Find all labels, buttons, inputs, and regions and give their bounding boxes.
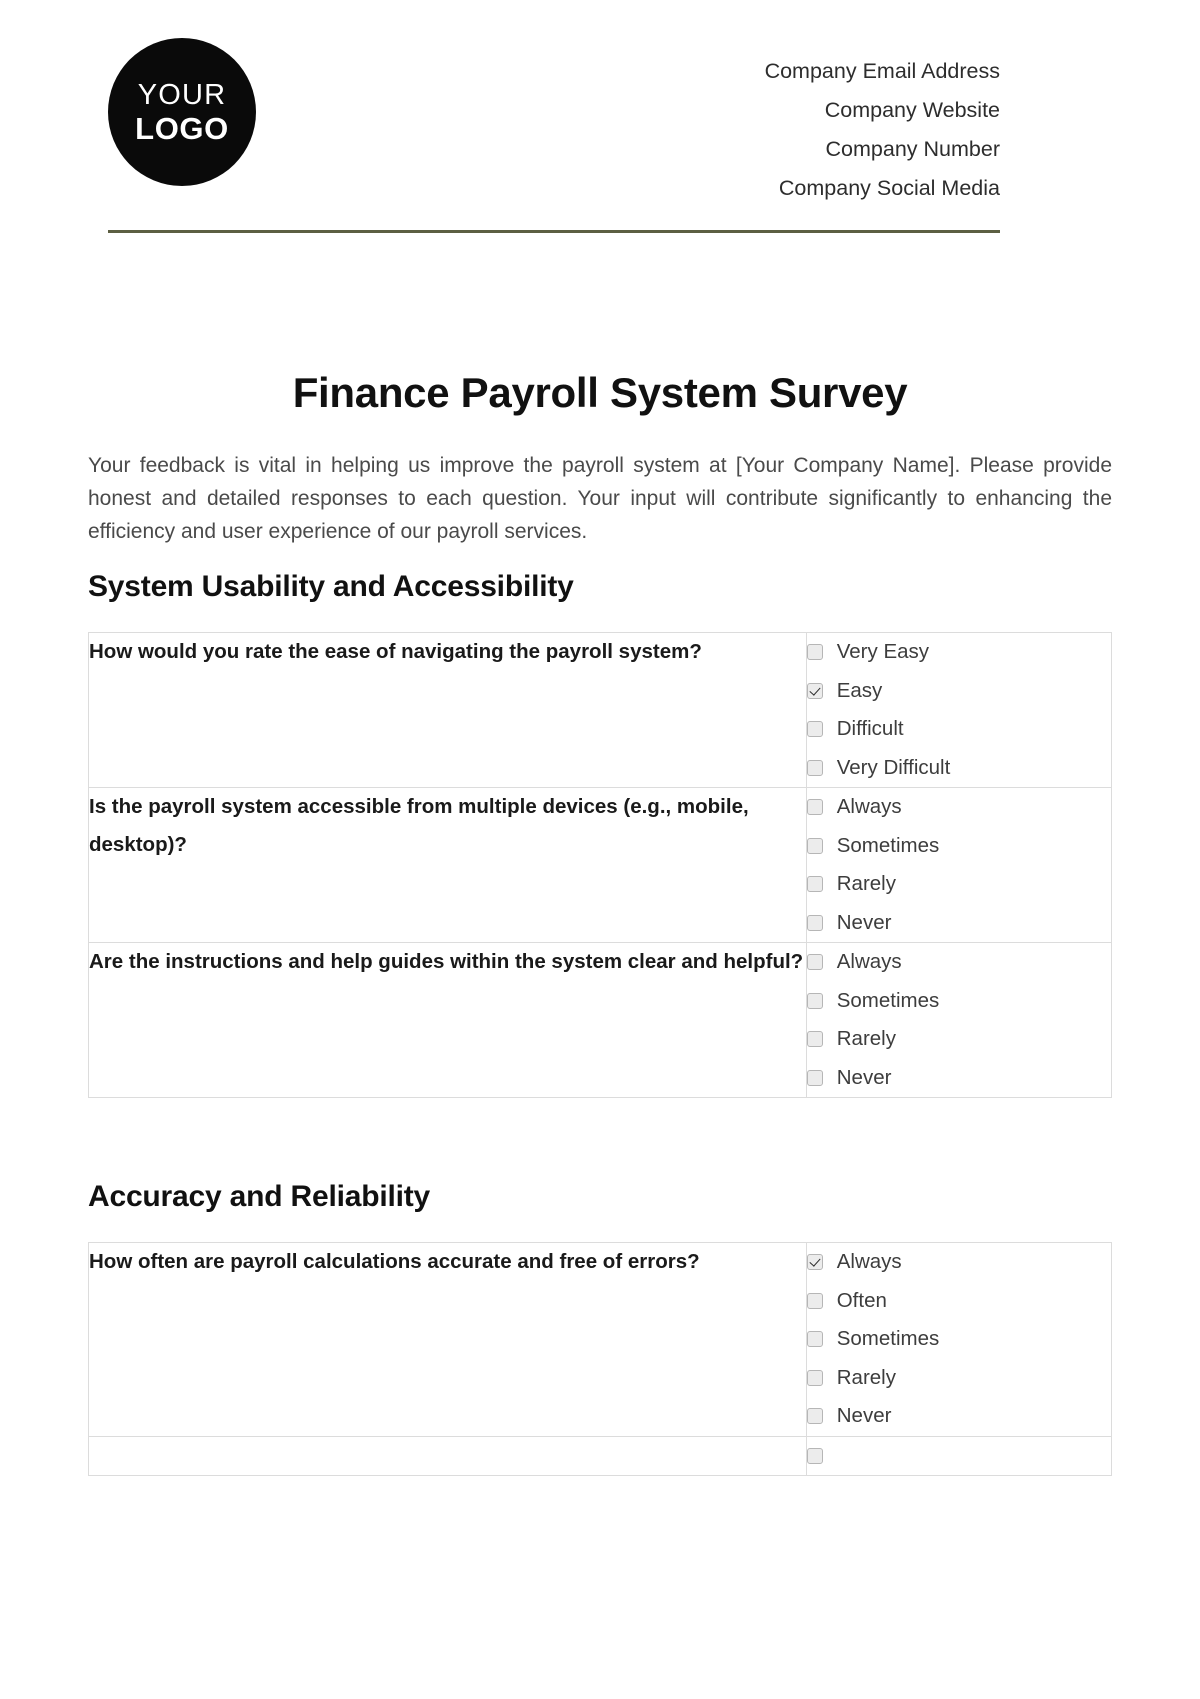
logo-text-your: YOUR (137, 78, 227, 111)
option-label: Very Easy (836, 640, 930, 664)
checkbox-icon[interactable] (806, 992, 823, 1009)
table-row: How often are payroll calculations accur… (88, 1242, 1113, 1437)
survey-table-usability-wrap: How would you rate the ease of navigatin… (0, 632, 1200, 1098)
option-label: Never (836, 910, 892, 934)
contact-number: Company Number (825, 137, 1000, 161)
option-difficult[interactable]: Difficult (806, 710, 1111, 749)
checkbox-icon[interactable] (806, 799, 823, 816)
question-text: How would you rate the ease of navigatin… (89, 640, 702, 663)
options-cell: Always Often Sometimes Rarely Never (805, 1242, 1113, 1437)
question-cell: How would you rate the ease of navigatin… (88, 632, 807, 788)
checkbox-icon[interactable] (806, 1292, 823, 1309)
checkbox-icon[interactable] (806, 759, 823, 776)
table-row: How would you rate the ease of navigatin… (88, 632, 1113, 788)
option-often[interactable]: Often (806, 1282, 1111, 1321)
option-partial[interactable] (806, 1437, 1111, 1476)
checkbox-icon[interactable] (806, 721, 823, 738)
table-row: Is the payroll system accessible from mu… (88, 787, 1113, 943)
question-text: Are the instructions and help guides wit… (89, 950, 804, 973)
checkbox-icon[interactable] (806, 876, 823, 893)
checkbox-checked-icon[interactable] (806, 1254, 823, 1271)
checkbox-icon[interactable] (806, 1369, 823, 1386)
option-rarely[interactable]: Rarely (806, 865, 1111, 904)
option-never[interactable]: Never (806, 1397, 1111, 1436)
logo-text-logo: LOGO (135, 110, 229, 146)
option-always[interactable]: Always (806, 788, 1111, 827)
checkbox-icon[interactable] (806, 954, 823, 971)
contact-social-media: Company Social Media (778, 176, 1000, 200)
survey-table-accuracy: How often are payroll calculations accur… (88, 1242, 1113, 1476)
question-cell: How often are payroll calculations accur… (88, 1242, 807, 1437)
option-label: Always (836, 1250, 902, 1274)
option-label: Rarely (836, 1027, 896, 1051)
option-rarely[interactable]: Rarely (806, 1020, 1111, 1059)
section-heading-accuracy: Accuracy and Reliability (88, 1180, 431, 1213)
question-cell: Are the instructions and help guides wit… (88, 942, 807, 1098)
option-very-difficult[interactable]: Very Difficult (806, 749, 1111, 788)
section-heading-usability: System Usability and Accessibility (88, 570, 574, 603)
option-label: Sometimes (836, 833, 940, 857)
option-sometimes[interactable]: Sometimes (806, 982, 1111, 1021)
contact-email-address: Company Email Address (764, 59, 1000, 83)
checkbox-icon[interactable] (806, 914, 823, 931)
option-very-easy[interactable]: Very Easy (806, 633, 1111, 672)
option-label: Never (836, 1404, 892, 1428)
option-label: Very Difficult (836, 755, 951, 779)
option-sometimes[interactable]: Sometimes (806, 827, 1111, 866)
checkbox-icon[interactable] (806, 1408, 823, 1425)
question-cell: Is the payroll system accessible from mu… (88, 787, 807, 943)
option-never[interactable]: Never (806, 1059, 1111, 1098)
intro-paragraph: Your feedback is vital in helping us imp… (88, 454, 1112, 543)
survey-document-page: YOUR LOGO Company Email Address Company … (0, 0, 1200, 1699)
company-contact-block: Company Email Address Company Website Co… (765, 38, 1000, 208)
question-cell (88, 1435, 807, 1476)
option-label: Always (836, 950, 902, 974)
option-label: Often (836, 1288, 887, 1312)
option-always[interactable]: Always (806, 943, 1111, 982)
checkbox-icon[interactable] (806, 1069, 823, 1086)
page-title: Finance Payroll System Survey (292, 369, 908, 416)
options-cell: Very Easy Easy Difficult Very Difficult (805, 632, 1113, 788)
table-row: Are the instructions and help guides wit… (88, 942, 1113, 1098)
company-logo: YOUR LOGO (108, 38, 256, 186)
options-cell: Always Sometimes Rarely Never (805, 942, 1113, 1098)
option-label: Sometimes (836, 988, 940, 1012)
option-always[interactable]: Always (806, 1243, 1111, 1282)
option-label: Rarely (836, 872, 896, 896)
checkbox-icon[interactable] (806, 837, 823, 854)
options-cell: Always Sometimes Rarely Never (805, 787, 1113, 943)
question-text: Is the payroll system accessible from mu… (89, 795, 749, 856)
question-text: How often are payroll calculations accur… (89, 1250, 700, 1273)
option-label: Always (836, 795, 902, 819)
option-label: Difficult (836, 717, 904, 741)
checkbox-checked-icon[interactable] (806, 682, 823, 699)
options-cell (805, 1435, 1113, 1476)
option-sometimes[interactable]: Sometimes (806, 1320, 1111, 1359)
option-rarely[interactable]: Rarely (806, 1359, 1111, 1398)
checkbox-icon[interactable] (806, 1331, 823, 1348)
option-easy[interactable]: Easy (806, 672, 1111, 711)
option-label: Rarely (836, 1365, 896, 1389)
checkbox-icon[interactable] (806, 1031, 823, 1048)
checkbox-icon[interactable] (806, 644, 823, 661)
option-label: Never (836, 1065, 892, 1089)
survey-table-accuracy-wrap: How often are payroll calculations accur… (0, 1242, 1200, 1476)
table-row-partial (88, 1435, 1113, 1476)
checkbox-icon[interactable] (806, 1447, 823, 1464)
contact-website: Company Website (824, 98, 1000, 122)
survey-table-usability: How would you rate the ease of navigatin… (88, 632, 1113, 1098)
document-header: YOUR LOGO Company Email Address Company … (0, 0, 1200, 208)
option-label: Sometimes (836, 1327, 940, 1351)
option-never[interactable]: Never (806, 904, 1111, 943)
option-label: Easy (836, 678, 883, 702)
